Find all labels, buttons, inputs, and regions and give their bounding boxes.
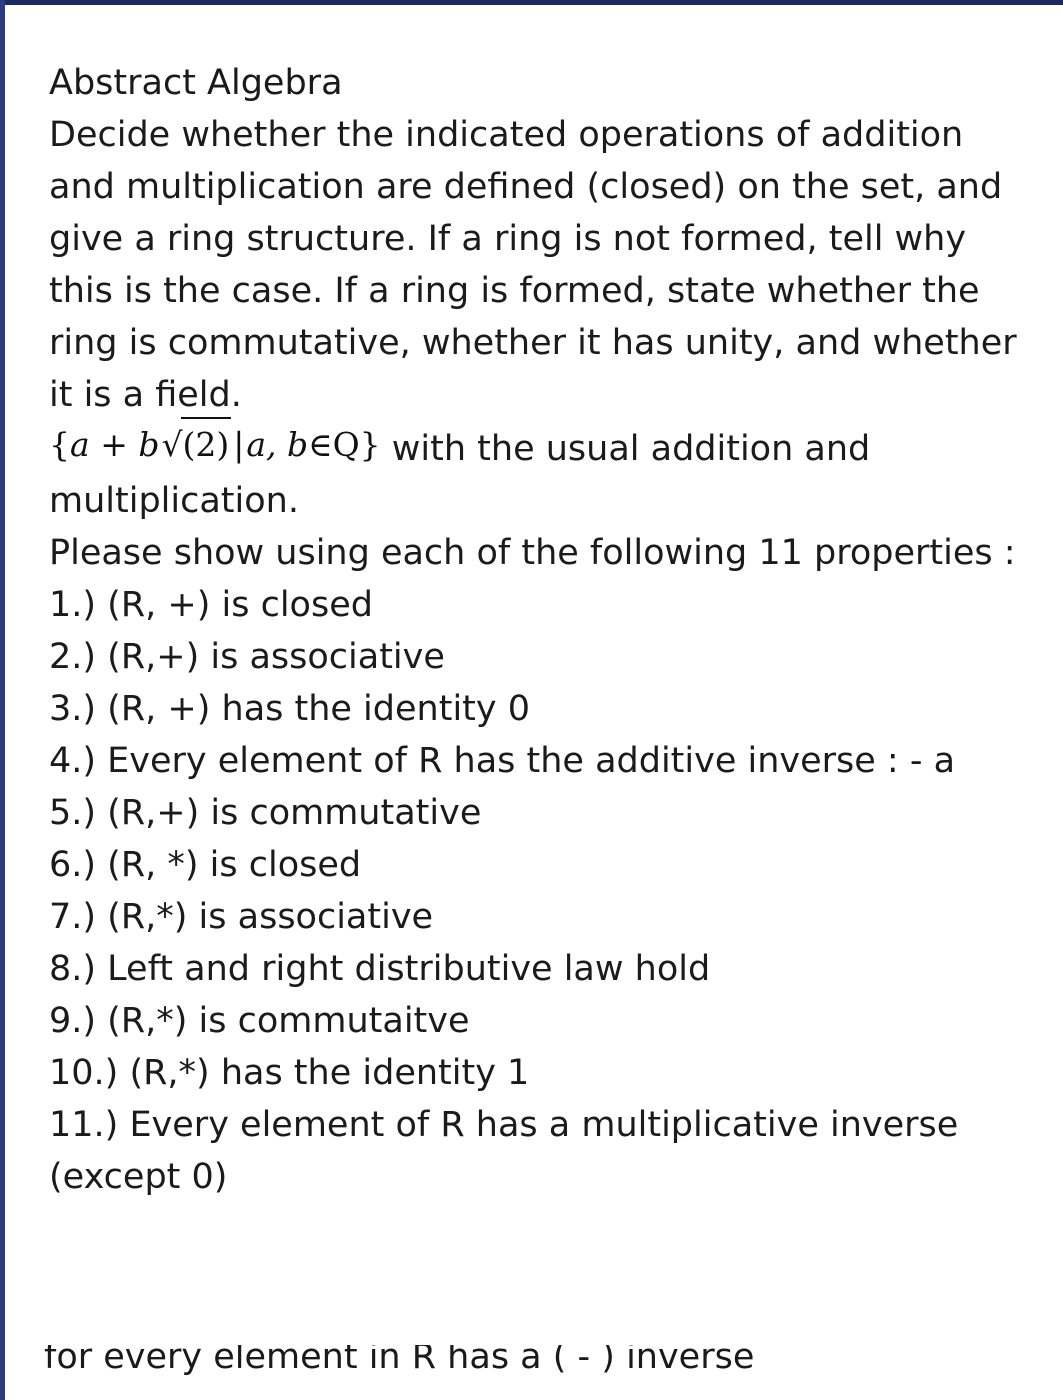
radicand: (2): [180, 417, 232, 471]
list-item: 4.) Every element of R has the additive …: [49, 741, 956, 781]
list-item: 5.) (R,+) is commutative: [49, 793, 482, 833]
square-root-icon: √(2): [159, 417, 232, 471]
intro-paragraph: Decide whether the indicated operations …: [49, 115, 1017, 415]
set-variables: a, b: [246, 425, 309, 464]
document-page: Abstract Algebra Decide whether the indi…: [5, 5, 1058, 1400]
clipped-bottom-line: for every element in R has a ( - ) inver…: [44, 1345, 1004, 1395]
rationals-symbol: Q: [332, 425, 360, 464]
list-item: 9.) (R,*) is commutaitve: [49, 1001, 470, 1041]
open-brace: {: [49, 425, 70, 464]
list-item: 10.) (R,*) has the identity 1: [49, 1053, 530, 1093]
radical-sign: √: [161, 425, 183, 464]
close-brace: }: [359, 425, 381, 464]
list-item: 8.) Left and right distributive law hold: [49, 949, 711, 989]
list-item: 7.) (R,*) is associative: [49, 897, 434, 937]
page-title: Abstract Algebra: [49, 63, 343, 103]
variable-a: a: [70, 425, 90, 464]
list-item: 2.) (R,+) is associative: [49, 637, 445, 677]
member-of-icon: ∈: [308, 425, 333, 464]
list-item: 11.) Every element of R has a multiplica…: [49, 1105, 959, 1197]
plus-operator: +: [100, 425, 128, 464]
instruction-paragraph: Please show using each of the following …: [49, 533, 1016, 573]
set-expression-math: {a + b√(2) |a, b∈Q}: [49, 417, 381, 464]
variable-b: b: [138, 425, 160, 464]
properties-list: 1.) (R, +) is closed 2.) (R,+) is associ…: [49, 579, 1018, 1203]
list-item: 1.) (R, +) is closed: [49, 585, 373, 625]
list-item: 6.) (R, *) is closed: [49, 845, 362, 885]
set-divider: |: [233, 425, 245, 464]
set-expression-line: {a + b√(2) |a, b∈Q} with the usual additi…: [49, 417, 1018, 527]
clipped-bottom-line-text: for every element in R has a ( - ) inver…: [44, 1345, 755, 1377]
list-item: 3.) (R, +) has the identity 0: [49, 689, 530, 729]
